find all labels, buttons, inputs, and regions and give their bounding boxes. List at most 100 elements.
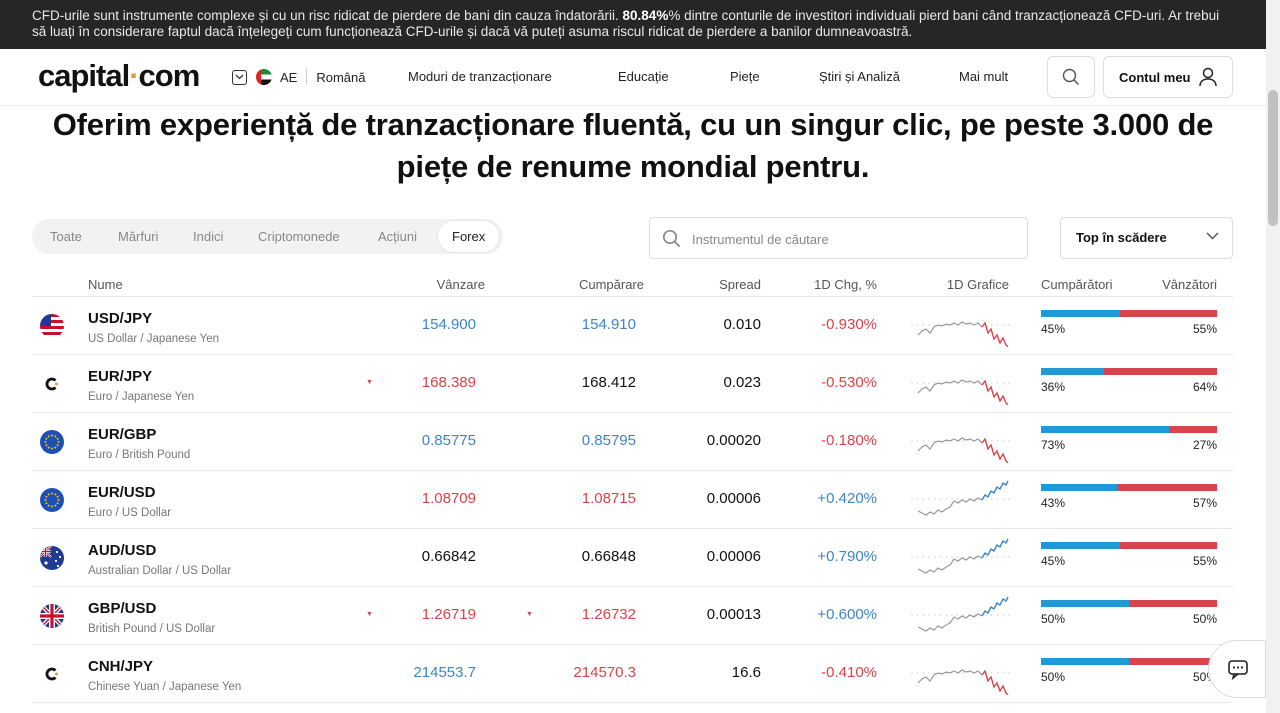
logo-dot: · (129, 58, 139, 93)
table-row[interactable]: CNH/JPY Chinese Yuan / Japanese Yen 2145… (32, 645, 1233, 703)
buyers-percent: 50% (1041, 612, 1066, 626)
table-row[interactable]: USD/JPY US Dollar / Japanese Yen 154.900… (32, 297, 1233, 355)
column-spread[interactable]: Spread (719, 277, 761, 292)
tab-forex[interactable]: Forex (438, 221, 500, 252)
eu-flag-icon (40, 488, 64, 512)
tab-crypto[interactable]: Criptomonede (258, 219, 340, 254)
spread-value: 0.00006 (706, 548, 761, 565)
uae-flag-icon (256, 69, 272, 85)
my-account-button[interactable]: Contul meu (1103, 56, 1233, 98)
sparkline-chart (908, 537, 1012, 579)
instrument-symbol[interactable]: USD/JPY (88, 310, 152, 327)
sell-price[interactable]: 1.08709 (422, 490, 476, 507)
sentiment-bar (1041, 484, 1217, 491)
sentiment-bar (1041, 368, 1217, 375)
nav-markets[interactable]: Piețe (730, 69, 760, 84)
instrument-symbol[interactable]: EUR/GBP (88, 426, 156, 443)
buy-price[interactable]: 0.85795 (582, 432, 636, 449)
nav-trading-modes[interactable]: Moduri de tranzacționare (408, 69, 552, 84)
sort-dropdown[interactable]: Top în scădere (1060, 217, 1233, 259)
price-down-icon: ▼ (366, 379, 373, 386)
buyers-percent: 45% (1041, 322, 1066, 336)
capital-icon-icon (40, 372, 64, 396)
sell-price[interactable]: 1.26719 (422, 606, 476, 623)
change-percent: -0.180% (821, 432, 877, 449)
column-sell[interactable]: Vânzare (437, 277, 485, 292)
tab-indices[interactable]: Indici (193, 219, 223, 254)
change-percent: +0.790% (817, 548, 877, 565)
header-search-button[interactable] (1047, 56, 1095, 98)
table-row[interactable]: AUD/USD Australian Dollar / US Dollar 0.… (32, 529, 1233, 587)
sentiment-bar (1041, 542, 1217, 549)
change-percent: -0.530% (821, 374, 877, 391)
tab-shares[interactable]: Acțiuni (378, 219, 417, 254)
capital-com-logo[interactable]: capital·com (38, 58, 201, 94)
sparkline-chart (908, 479, 1012, 521)
sell-price[interactable]: 168.389 (422, 374, 476, 391)
logo-tail: com (138, 58, 201, 93)
buy-price[interactable]: 214570.3 (573, 664, 636, 681)
buy-price[interactable]: 0.66848 (582, 548, 636, 565)
sellers-percent: 64% (1192, 380, 1217, 394)
market-category-tabs: Toate Mărfuri Indici Criptomonede Acțiun… (32, 219, 503, 254)
nav-education[interactable]: Educație (618, 69, 669, 84)
table-header: Nume Vânzare Cumpărare Spread 1D Chg, % … (32, 271, 1233, 297)
instrument-symbol[interactable]: AUD/USD (88, 542, 156, 559)
nav-more[interactable]: Mai mult (959, 69, 1008, 84)
risk-warning-banner: CFD-urile sunt instrumente complexe și c… (0, 0, 1266, 49)
instrument-name: British Pound / US Dollar (88, 623, 216, 635)
buyers-fill (1041, 368, 1105, 375)
instrument-search-input[interactable] (692, 228, 1012, 250)
nav-news-analysis[interactable]: Știri și Analiză (819, 69, 900, 84)
instrument-symbol[interactable]: EUR/JPY (88, 368, 152, 385)
instrument-symbol[interactable]: CNH/JPY (88, 658, 153, 675)
instrument-symbol[interactable]: EUR/USD (88, 484, 156, 501)
instrument-symbol[interactable]: GBP/USD (88, 600, 156, 617)
scrollbar[interactable] (1266, 0, 1280, 713)
table-row[interactable]: EUR/JPY Euro / Japanese Yen ▼ 168.389 16… (32, 355, 1233, 413)
table-row[interactable]: EUR/GBP Euro / British Pound 0.85775 0.8… (32, 413, 1233, 471)
sellers-percent: 27% (1192, 438, 1217, 452)
region-code: AE (280, 69, 298, 85)
chat-icon (1228, 660, 1248, 680)
site-header: capital·com AE Română Moduri de tranzacț… (0, 49, 1266, 106)
sell-price[interactable]: 0.66842 (422, 548, 476, 565)
table-row[interactable]: GBP/USD British Pound / US Dollar ▼ 1.26… (32, 587, 1233, 645)
sell-price[interactable]: 0.85775 (422, 432, 476, 449)
price-down-icon: ▼ (366, 611, 373, 618)
chat-button[interactable] (1208, 640, 1266, 698)
instrument-name: Euro / Japanese Yen (88, 391, 195, 403)
column-name[interactable]: Nume (88, 277, 123, 292)
scrollbar-thumb[interactable] (1268, 90, 1278, 226)
risk-percentage: 80.84% (622, 8, 669, 23)
buyers-fill (1041, 658, 1129, 665)
buy-price[interactable]: 168.412 (582, 374, 636, 391)
buyers-fill (1041, 600, 1129, 607)
search-icon (662, 229, 681, 248)
logo-main: capital (38, 58, 130, 93)
column-change[interactable]: 1D Chg, % (814, 277, 877, 292)
buy-price[interactable]: 1.08715 (582, 490, 636, 507)
risk-text-pre: CFD-urile sunt instrumente complexe și c… (32, 8, 623, 23)
tab-commodities[interactable]: Mărfuri (118, 219, 158, 254)
eu-flag-icon (40, 430, 64, 454)
change-percent: -0.410% (821, 664, 877, 681)
tab-all[interactable]: Toate (50, 219, 82, 254)
spread-value: 0.023 (723, 374, 761, 391)
buy-price[interactable]: 154.910 (582, 316, 636, 333)
sparkline-chart (908, 653, 1012, 696)
table-row[interactable]: EUR/USD Euro / US Dollar 1.08709 1.08715… (32, 471, 1233, 529)
change-percent: +0.420% (817, 490, 877, 507)
sell-price[interactable]: 154.900 (422, 316, 476, 333)
instrument-name: Australian Dollar / US Dollar (88, 565, 232, 577)
page-heading: Oferim experiență de tranzacționare flue… (52, 107, 1214, 184)
instrument-search (649, 217, 1028, 259)
buyers-percent: 43% (1041, 496, 1066, 510)
buy-price[interactable]: 1.26732 (582, 606, 636, 623)
column-buy[interactable]: Cumpărare (579, 277, 644, 292)
column-chart: 1D Grafice (946, 277, 1009, 292)
sell-price[interactable]: 214553.7 (413, 664, 476, 681)
sentiment-bar (1041, 600, 1217, 607)
sparkline-chart (908, 595, 1012, 637)
language-selector[interactable]: AE Română (232, 68, 365, 86)
